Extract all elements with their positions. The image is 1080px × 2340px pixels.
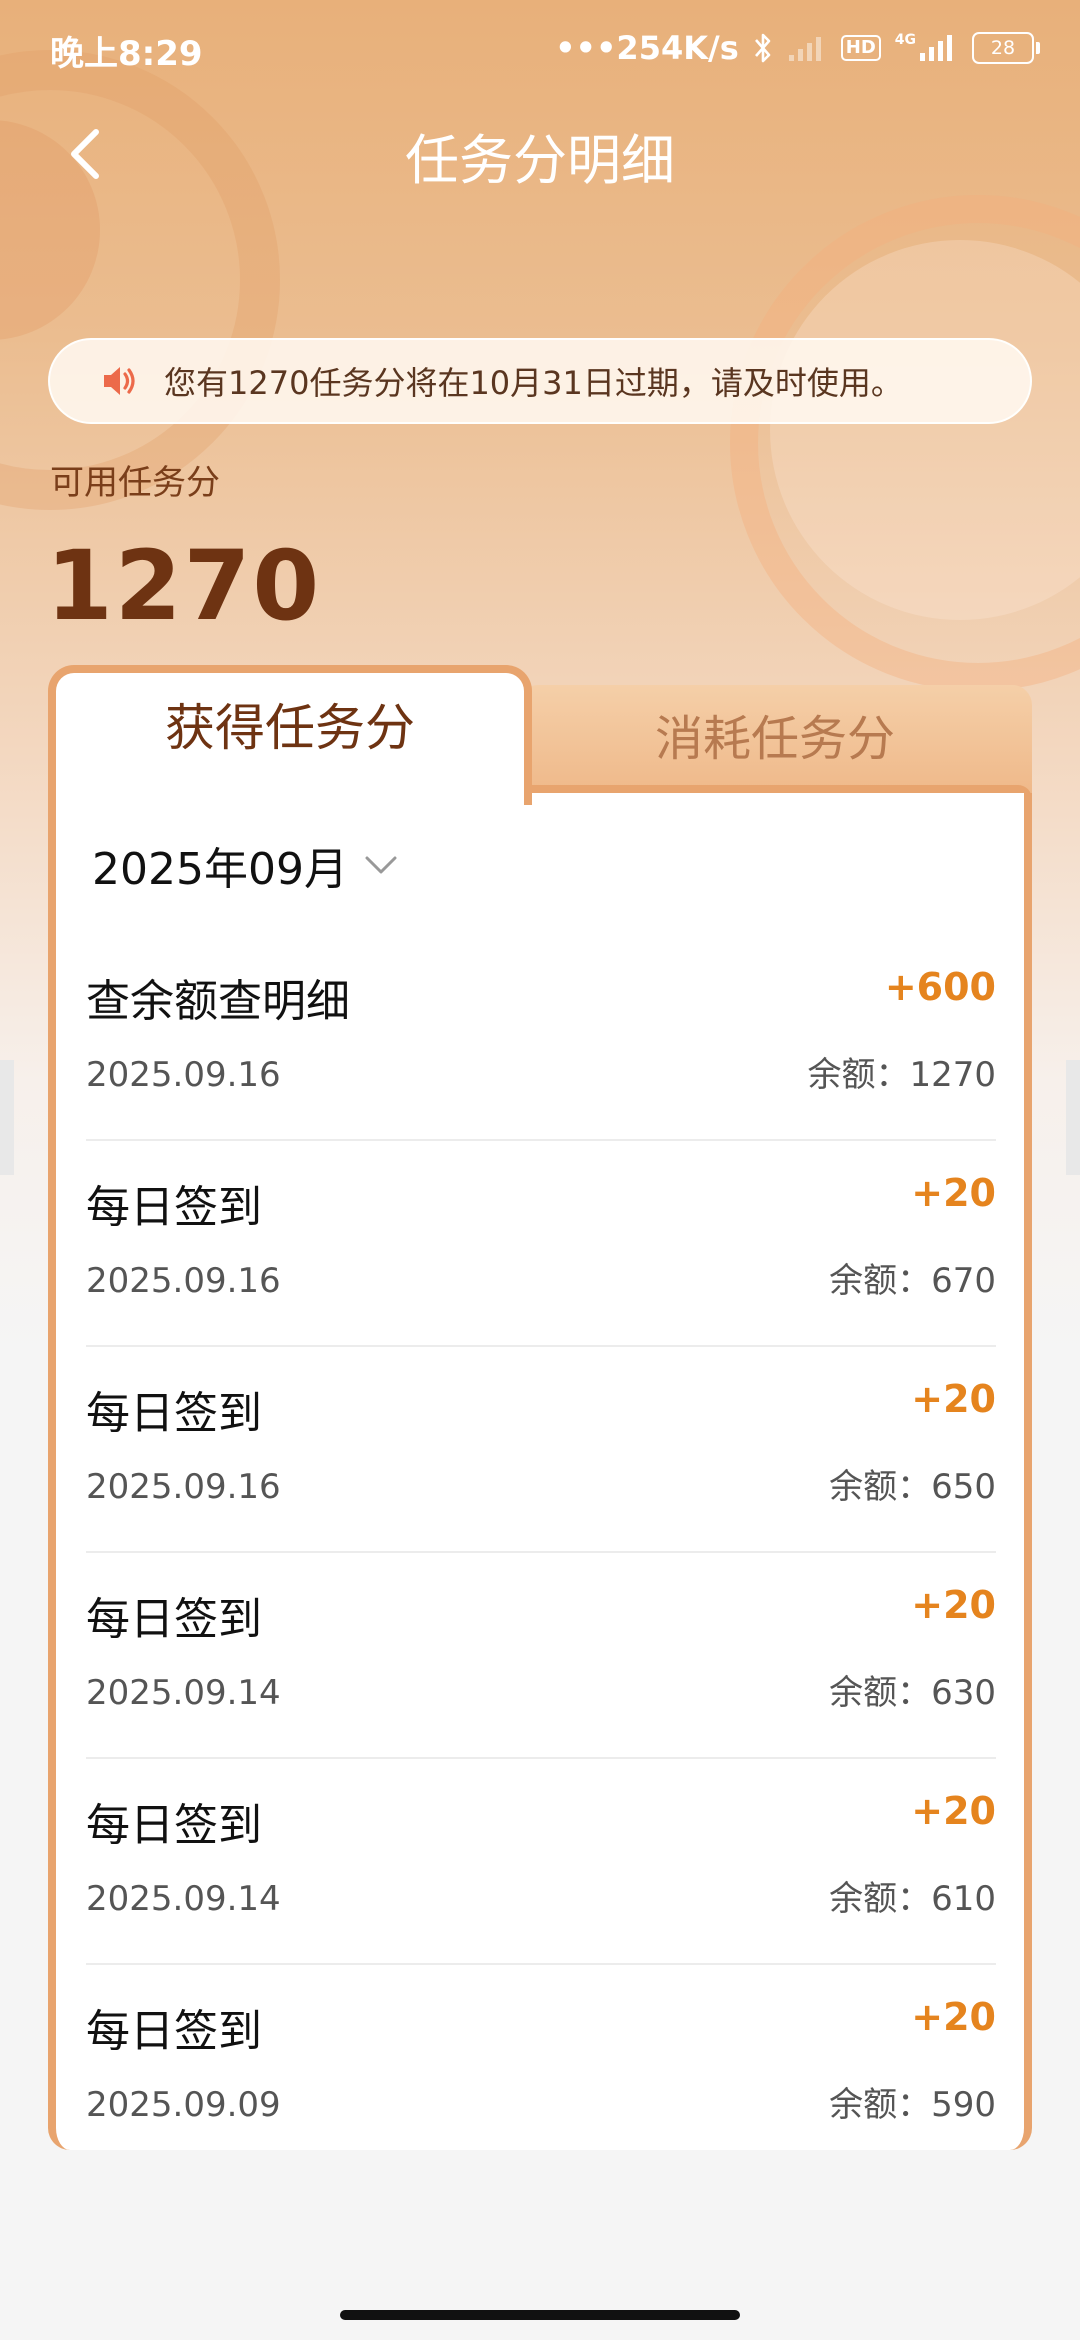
bluetooth-icon xyxy=(754,33,771,63)
record-balance: 余额：630 xyxy=(829,1673,996,1713)
month-value: 2025年09月 xyxy=(92,844,348,895)
notice-text: 您有1270任务分将在10月31日过期，请及时使用。 xyxy=(164,364,903,402)
list-item[interactable]: 每日签到 +20 2025.09.09 余额：590 xyxy=(86,1965,996,2169)
tab-earned-label: 获得任务分 xyxy=(165,699,415,757)
month-selector[interactable]: 2025年09月 xyxy=(92,825,398,905)
chevron-down-icon xyxy=(365,856,397,874)
record-date: 2025.09.14 xyxy=(86,1879,281,1919)
record-title: 每日签到 xyxy=(86,1800,262,1851)
record-balance: 余额：650 xyxy=(829,1467,996,1507)
record-title: 每日签到 xyxy=(86,2006,262,2057)
signal-sim1-icon xyxy=(788,37,821,61)
record-title: 每日签到 xyxy=(86,1182,262,1233)
record-date: 2025.09.16 xyxy=(86,1055,281,1095)
record-amount: +20 xyxy=(911,1583,996,1627)
list-item[interactable]: 每日签到 +20 2025.09.16 余额：650 xyxy=(86,1347,996,1553)
home-indicator[interactable] xyxy=(340,2310,740,2320)
available-points-value: 1270 xyxy=(46,530,322,642)
record-date: 2025.09.16 xyxy=(86,1467,281,1507)
available-points-label: 可用任务分 xyxy=(50,463,220,503)
battery-icon: 28 xyxy=(972,32,1040,64)
record-amount: +20 xyxy=(911,1789,996,1833)
nav-bar: 任务分明细 xyxy=(0,96,1080,226)
record-amount: +20 xyxy=(911,1995,996,2039)
list-item[interactable]: 每日签到 +20 2025.09.14 余额：610 xyxy=(86,1759,996,1965)
record-title: 查余额查明细 xyxy=(86,976,350,1027)
record-amount: +20 xyxy=(911,1377,996,1421)
hd-icon: HD xyxy=(840,35,881,61)
network-speed: •••254K/s xyxy=(555,29,739,67)
edge-handle-right xyxy=(1066,1060,1080,1175)
status-bar: 晚上8:29 •••254K/s HD 4G 28 xyxy=(0,0,1080,96)
record-balance: 余额：590 xyxy=(829,2085,996,2125)
edge-handle-left xyxy=(0,1060,14,1175)
record-balance: 余额：1270 xyxy=(807,1055,996,1095)
tab-earned[interactable]: 获得任务分 xyxy=(48,665,532,805)
record-date: 2025.09.09 xyxy=(86,2085,281,2125)
record-title: 每日签到 xyxy=(86,1388,262,1439)
record-balance: 余额：670 xyxy=(829,1261,996,1301)
list-item[interactable]: 每日签到 +20 2025.09.14 余额：630 xyxy=(86,1553,996,1759)
expiry-notice: 您有1270任务分将在10月31日过期，请及时使用。 xyxy=(48,338,1032,424)
record-date: 2025.09.16 xyxy=(86,1261,281,1301)
tab-consumed-label: 消耗任务分 xyxy=(654,711,895,767)
record-title: 每日签到 xyxy=(86,1594,262,1645)
points-card: 消耗任务分 获得任务分 2025年09月 查余额查明细 +600 2025.09… xyxy=(48,665,1032,2150)
record-amount: +20 xyxy=(911,1171,996,1215)
speaker-icon xyxy=(104,367,135,395)
list-item[interactable]: 每日签到 +20 2025.09.16 余额：670 xyxy=(86,1141,996,1347)
tab-consumed[interactable]: 消耗任务分 xyxy=(518,685,1032,793)
page-title: 任务分明细 xyxy=(405,129,675,192)
records-list: 查余额查明细 +600 2025.09.16 余额：1270 每日签到 +20 … xyxy=(86,935,996,2169)
record-balance: 余额：610 xyxy=(829,1879,996,1919)
record-date: 2025.09.14 xyxy=(86,1673,281,1713)
network-type-icon: 4G xyxy=(895,33,958,63)
tab-joint xyxy=(56,797,524,817)
status-icons: •••254K/s HD 4G 28 xyxy=(555,24,1040,72)
status-time: 晚上8:29 xyxy=(50,34,203,74)
list-item[interactable]: 查余额查明细 +600 2025.09.16 余额：1270 xyxy=(86,935,996,1141)
record-amount: +600 xyxy=(884,965,996,1009)
